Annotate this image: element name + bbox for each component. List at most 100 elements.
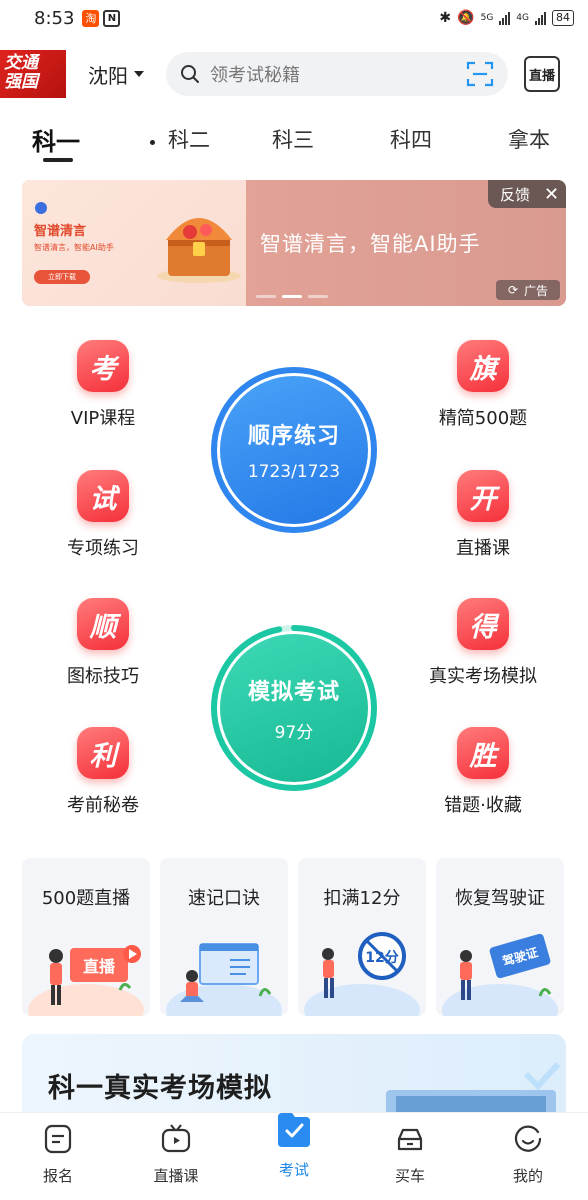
nav-me[interactable]: 我的 [488,1123,568,1186]
search-bar[interactable]: 领考试秘籍 [166,52,508,96]
bluetooth-icon: ✱ [439,10,452,26]
promo-title: 科一真实考场模拟 [48,1073,272,1104]
feature-secret-paper[interactable]: 利 考前秘卷 [38,727,168,817]
logo-line-1: 交通 [4,53,38,73]
tab-subject-3[interactable]: 科三 [272,124,314,154]
live-button[interactable]: 直播 [524,56,560,92]
feature-icon-tips[interactable]: 顺 图标技巧 [38,598,168,688]
nav-label: 买车 [394,1167,425,1185]
practice-badge-icon: 试 [77,470,129,522]
status-bar: 8:53 淘 N ✱ 🔕 5G 4G 84 [0,0,588,36]
tips-badge-icon: 顺 [77,598,129,650]
refresh-icon: ⟳ [507,283,519,297]
live-badge-icon: 开 [457,470,509,522]
feature-label: 错题·收藏 [444,795,522,816]
vip-badge-icon: 考 [77,340,129,392]
feature-500-questions[interactable]: 旗 精简500题 [418,340,548,430]
tab-subject-1[interactable]: 科一 [32,122,80,157]
header: 交通 强国 沈阳 领考试秘籍 直播 [0,46,588,102]
banner-left-subtitle: 智谱清言，智能AI助手 [34,243,114,252]
ad-banner[interactable]: 智谱清言 智谱清言，智能AI助手 立即下载 智谱清言，智能AI助手 反馈 ✕ ⟳… [22,180,566,306]
mock-exam-button[interactable]: 模拟考试 97分 [208,622,380,794]
banner-ad-image: 智谱清言 智谱清言，智能AI助手 立即下载 [22,180,246,306]
feature-special-practice[interactable]: 试 专项练习 [38,470,168,560]
practice-title: 顺序练习 [247,424,340,449]
win-badge-icon: 胜 [457,727,509,779]
tv-icon [161,1124,191,1153]
car-icon [397,1128,423,1151]
exam-score-text: 97分 [274,722,314,743]
search-icon [181,65,199,83]
tab-license[interactable]: 拿本 [508,124,550,154]
feedback-label: 反馈 [500,185,531,204]
card-500-live[interactable]: 500题直播 直播 [22,858,150,1016]
caret-down-icon [134,71,144,77]
deduction-illustration: 12分 [304,932,420,1016]
nav-signup[interactable]: 报名 [18,1123,98,1186]
battery-icon: 84 [552,10,574,26]
live-button-label: 直播 [528,68,555,84]
flag-badge-icon: 旗 [457,340,509,392]
signal-label-2: 4G [516,13,529,23]
practice-progress-text: 1723/1723 [247,462,341,482]
status-time: 8:53 [34,7,75,29]
feature-label: 专项练习 [67,538,139,559]
license-illustration: 驾驶证 [442,933,558,1016]
city-selector[interactable]: 沈阳 [88,60,144,89]
close-icon[interactable]: ✕ [544,184,559,205]
sequential-practice-button[interactable]: 顺序练习 1723/1723 [208,364,380,536]
logo-line-2: 强国 [4,72,38,92]
banner-left-title: 智谱清言 [34,224,87,239]
app-logo[interactable]: 交通 强国 [0,50,66,98]
feature-label: 真实考场模拟 [429,666,537,687]
feature-mistakes-favorites[interactable]: 胜 错题·收藏 [418,727,548,817]
pagination-dot [256,295,276,298]
feature-live-course[interactable]: 开 直播课 [418,470,548,560]
banner-text: 智谱清言，智能AI助手 [260,232,481,256]
banner-download-button: 立即下载 [34,270,90,284]
tab-subject-4[interactable]: 科四 [390,124,432,154]
exam-title: 模拟考试 [247,679,340,705]
feature-label: 考前秘卷 [67,795,139,816]
feature-vip-course[interactable]: 考 VIP课程 [38,340,168,430]
signal-icon [499,11,511,25]
city-label: 沈阳 [88,63,128,88]
live-broadcast-illustration: 直播 [28,945,144,1016]
feedback-button[interactable]: 反馈 ✕ [488,180,566,208]
exam-check-icon [278,1113,310,1147]
search-placeholder: 领考试秘籍 [210,65,300,86]
mute-icon: 🔕 [457,10,475,26]
scan-icon[interactable] [466,61,494,87]
nav-label: 直播课 [153,1167,199,1185]
card-12-points[interactable]: 扣满12分 12分 [298,858,426,1016]
feature-real-exam-sim[interactable]: 得 真实考场模拟 [418,598,548,688]
feature-label: VIP课程 [70,408,136,429]
signup-icon [44,1124,72,1154]
treasure-chest-icon [157,218,241,283]
card-mnemonic[interactable]: 速记口诀 [160,858,288,1016]
nav-label: 我的 [512,1167,543,1185]
real-exam-badge-icon: 得 [457,598,509,650]
tab-subject-2[interactable]: 科二 [168,124,210,154]
card-label: 500题直播 [41,888,131,909]
zhipu-logo-icon [35,202,47,214]
banner-pagination [256,295,328,298]
exam-screen-illustration [386,1061,561,1124]
feature-label: 图标技巧 [67,666,139,687]
feature-label: 精简500题 [438,408,528,429]
card-restore-license[interactable]: 恢复驾驶证 驾驶证 [436,858,564,1016]
card-label: 速记口诀 [188,888,260,909]
profile-smile-icon [514,1125,542,1152]
card-label: 扣满12分 [323,888,401,909]
nav-label: 报名 [42,1167,73,1185]
nav-live-course[interactable]: 直播课 [136,1123,216,1186]
tab-indicator [43,158,73,162]
nav-buy-car[interactable]: 买车 [370,1123,450,1186]
card-label: 恢复驾驶证 [455,888,545,909]
study-illustration [166,943,282,1016]
nav-label: 考试 [278,1161,309,1179]
pagination-dot-active [282,295,302,298]
taobao-icon: 淘 [82,9,100,27]
nav-exam[interactable]: 考试 [254,1113,334,1180]
signal-icon-2 [535,11,546,25]
